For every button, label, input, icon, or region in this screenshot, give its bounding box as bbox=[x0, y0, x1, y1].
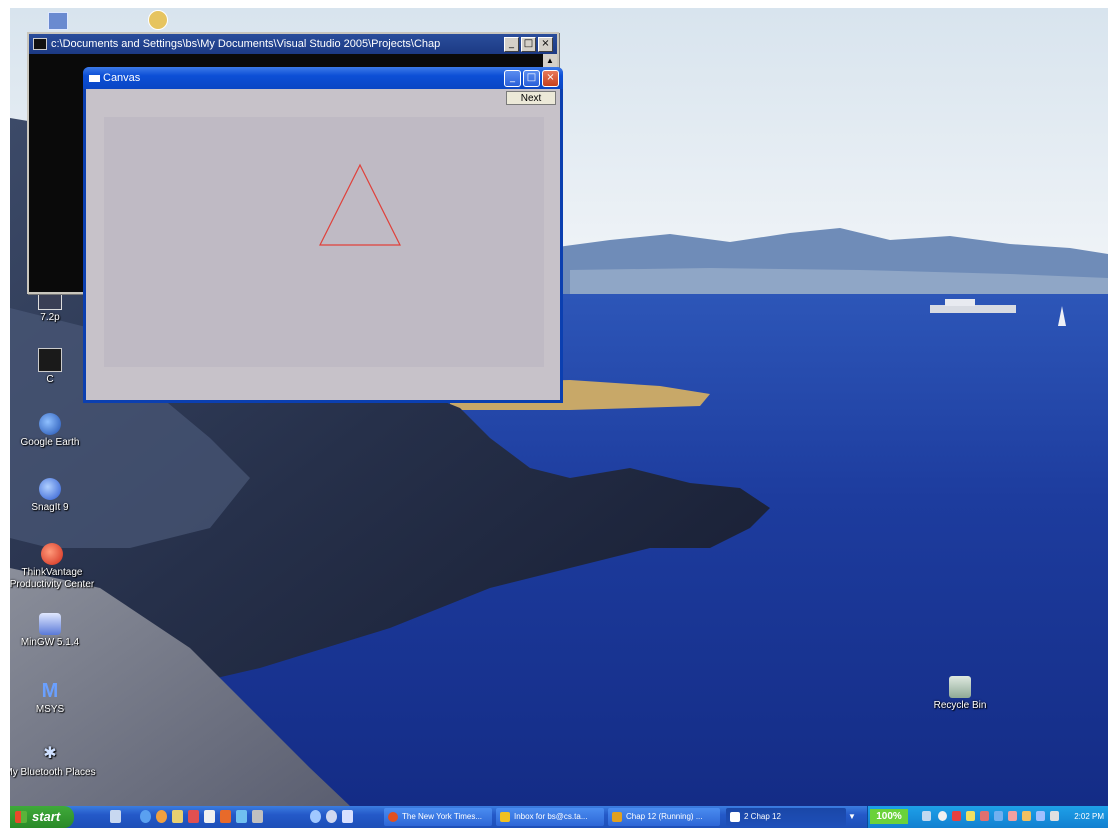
taskbar: start The New York Times... Inbox for bs… bbox=[10, 806, 1108, 828]
task-inbox[interactable]: Inbox for bs@cs.ta... bbox=[496, 808, 604, 826]
quicklaunch-misc-icon[interactable] bbox=[252, 810, 263, 823]
console-title: c:\Documents and Settings\bs\My Document… bbox=[51, 38, 441, 50]
bluetooth-icon: ✱ bbox=[43, 745, 57, 762]
canvas-close-button[interactable]: × bbox=[542, 70, 559, 87]
network-icon[interactable] bbox=[148, 10, 168, 30]
my-computer-icon[interactable] bbox=[48, 12, 68, 30]
thinkvantage-icon bbox=[41, 543, 63, 565]
google-earth-icon bbox=[39, 413, 61, 435]
task-nytimes[interactable]: The New York Times... bbox=[384, 808, 492, 826]
quicklaunch-office-icon[interactable] bbox=[220, 810, 231, 823]
task-visual-studio[interactable]: Chap 12 (Running) ... bbox=[608, 808, 720, 826]
desktop-icon-label: My Bluetooth Places bbox=[10, 767, 96, 778]
firefox-icon bbox=[388, 812, 398, 822]
next-button[interactable]: Next bbox=[506, 91, 556, 105]
quicklaunch-explorer-icon[interactable] bbox=[172, 810, 183, 823]
desktop-icon-recycle-bin[interactable]: Recycle Bin bbox=[912, 676, 1008, 712]
desktop-icon-label: SnagIt 9 bbox=[31, 502, 69, 513]
tray-antivirus-icon[interactable] bbox=[1022, 811, 1031, 821]
canvas-system-icon bbox=[89, 75, 100, 82]
tray-misc-icon[interactable] bbox=[1050, 811, 1059, 821]
tray-volume-icon[interactable] bbox=[966, 811, 975, 821]
triangle-drawing bbox=[319, 163, 401, 246]
console-shortcut-icon bbox=[38, 348, 62, 372]
canvas-client-area: Next bbox=[86, 89, 560, 400]
canvas-minimize-button[interactable]: _ bbox=[504, 70, 521, 87]
zoom-level-badge[interactable]: 100% bbox=[870, 809, 908, 824]
recycle-bin-icon bbox=[949, 676, 971, 698]
quicklaunch-extra-icon[interactable] bbox=[342, 810, 353, 823]
quicklaunch-firefox-icon[interactable] bbox=[156, 810, 167, 823]
windows-flag-icon bbox=[15, 811, 27, 823]
console-close-button[interactable]: × bbox=[538, 37, 553, 52]
quicklaunch-app-icon[interactable] bbox=[204, 810, 215, 823]
desktop-icon-label: MSYS bbox=[35, 704, 65, 715]
tray-power-icon[interactable] bbox=[980, 811, 989, 821]
quicklaunch-globe-icon[interactable] bbox=[326, 810, 337, 823]
window-group-icon bbox=[730, 812, 740, 822]
quicklaunch-desktop-icon[interactable] bbox=[110, 810, 121, 823]
task-group-dropdown-icon[interactable]: ▼ bbox=[848, 812, 856, 821]
canvas-titlebar[interactable]: Canvas _ □ × bbox=[83, 67, 563, 89]
mingw-icon bbox=[39, 613, 61, 635]
start-button[interactable]: start bbox=[10, 806, 74, 828]
scroll-up-arrow-icon[interactable]: ▲ bbox=[543, 54, 557, 68]
msys-icon: M bbox=[41, 680, 59, 702]
start-label: start bbox=[32, 809, 61, 824]
console-minimize-button[interactable]: _ bbox=[504, 37, 519, 52]
tray-search-icon[interactable] bbox=[938, 811, 947, 821]
snagit-icon bbox=[39, 478, 61, 500]
canvas-window[interactable]: Canvas _ □ × Next bbox=[83, 67, 563, 403]
task-label: Inbox for bs@cs.ta... bbox=[514, 812, 588, 821]
desktop-icon-snagit[interactable]: SnagIt 9 bbox=[10, 478, 98, 514]
desktop-icon-thinkvantage[interactable]: ThinkVantage Productivity Center bbox=[10, 543, 102, 591]
mail-icon bbox=[500, 812, 510, 822]
tray-security-icon[interactable] bbox=[952, 811, 961, 821]
console-maximize-button[interactable]: □ bbox=[521, 37, 536, 52]
system-tray: 100% 2:02 PM bbox=[867, 806, 1108, 828]
task-label: Chap 12 (Running) ... bbox=[626, 812, 703, 821]
desktop-icon-google-earth[interactable]: Google Earth bbox=[10, 413, 98, 449]
task-chap12-group[interactable]: 2 Chap 12 bbox=[726, 808, 846, 826]
desktop-icon-label: Recycle Bin bbox=[933, 700, 987, 711]
desktop-icon-mingw[interactable]: MinGW 5.1.4 bbox=[10, 613, 98, 649]
quicklaunch-ie-icon[interactable] bbox=[140, 810, 151, 823]
tray-update-icon[interactable] bbox=[994, 811, 1003, 821]
console-titlebar[interactable]: c:\Documents and Settings\bs\My Document… bbox=[29, 34, 557, 54]
tray-network-icon[interactable] bbox=[922, 811, 931, 821]
desktop-icon-label: Google Earth bbox=[20, 437, 80, 448]
drawing-surface bbox=[104, 117, 544, 367]
desktop-icon-label: C bbox=[46, 374, 54, 385]
quicklaunch-web-icon[interactable] bbox=[310, 810, 321, 823]
task-label: 2 Chap 12 bbox=[744, 812, 781, 821]
canvas-maximize-button[interactable]: □ bbox=[523, 70, 540, 87]
red-triangle bbox=[319, 163, 401, 246]
canvas-title: Canvas bbox=[103, 72, 141, 84]
tray-bluetooth-icon[interactable] bbox=[1036, 811, 1045, 821]
clock: 2:02 PM bbox=[1074, 812, 1104, 821]
console-system-icon bbox=[33, 38, 47, 50]
desktop-icon-label: MinGW 5.1.4 bbox=[20, 637, 80, 648]
quicklaunch-media-icon[interactable] bbox=[188, 810, 199, 823]
desktop-icon-label: 7.2p bbox=[40, 312, 60, 323]
desktop-icon-msys[interactable]: M MSYS bbox=[10, 680, 98, 716]
task-label: The New York Times... bbox=[402, 812, 483, 821]
quicklaunch-tool-icon[interactable] bbox=[236, 810, 247, 823]
desktop-icon-bluetooth[interactable]: ✱ My Bluetooth Places bbox=[10, 743, 98, 779]
desktop-icon-label: ThinkVantage Productivity Center bbox=[10, 567, 95, 590]
tray-wireless-icon[interactable] bbox=[1008, 811, 1017, 821]
visual-studio-icon bbox=[612, 812, 622, 822]
